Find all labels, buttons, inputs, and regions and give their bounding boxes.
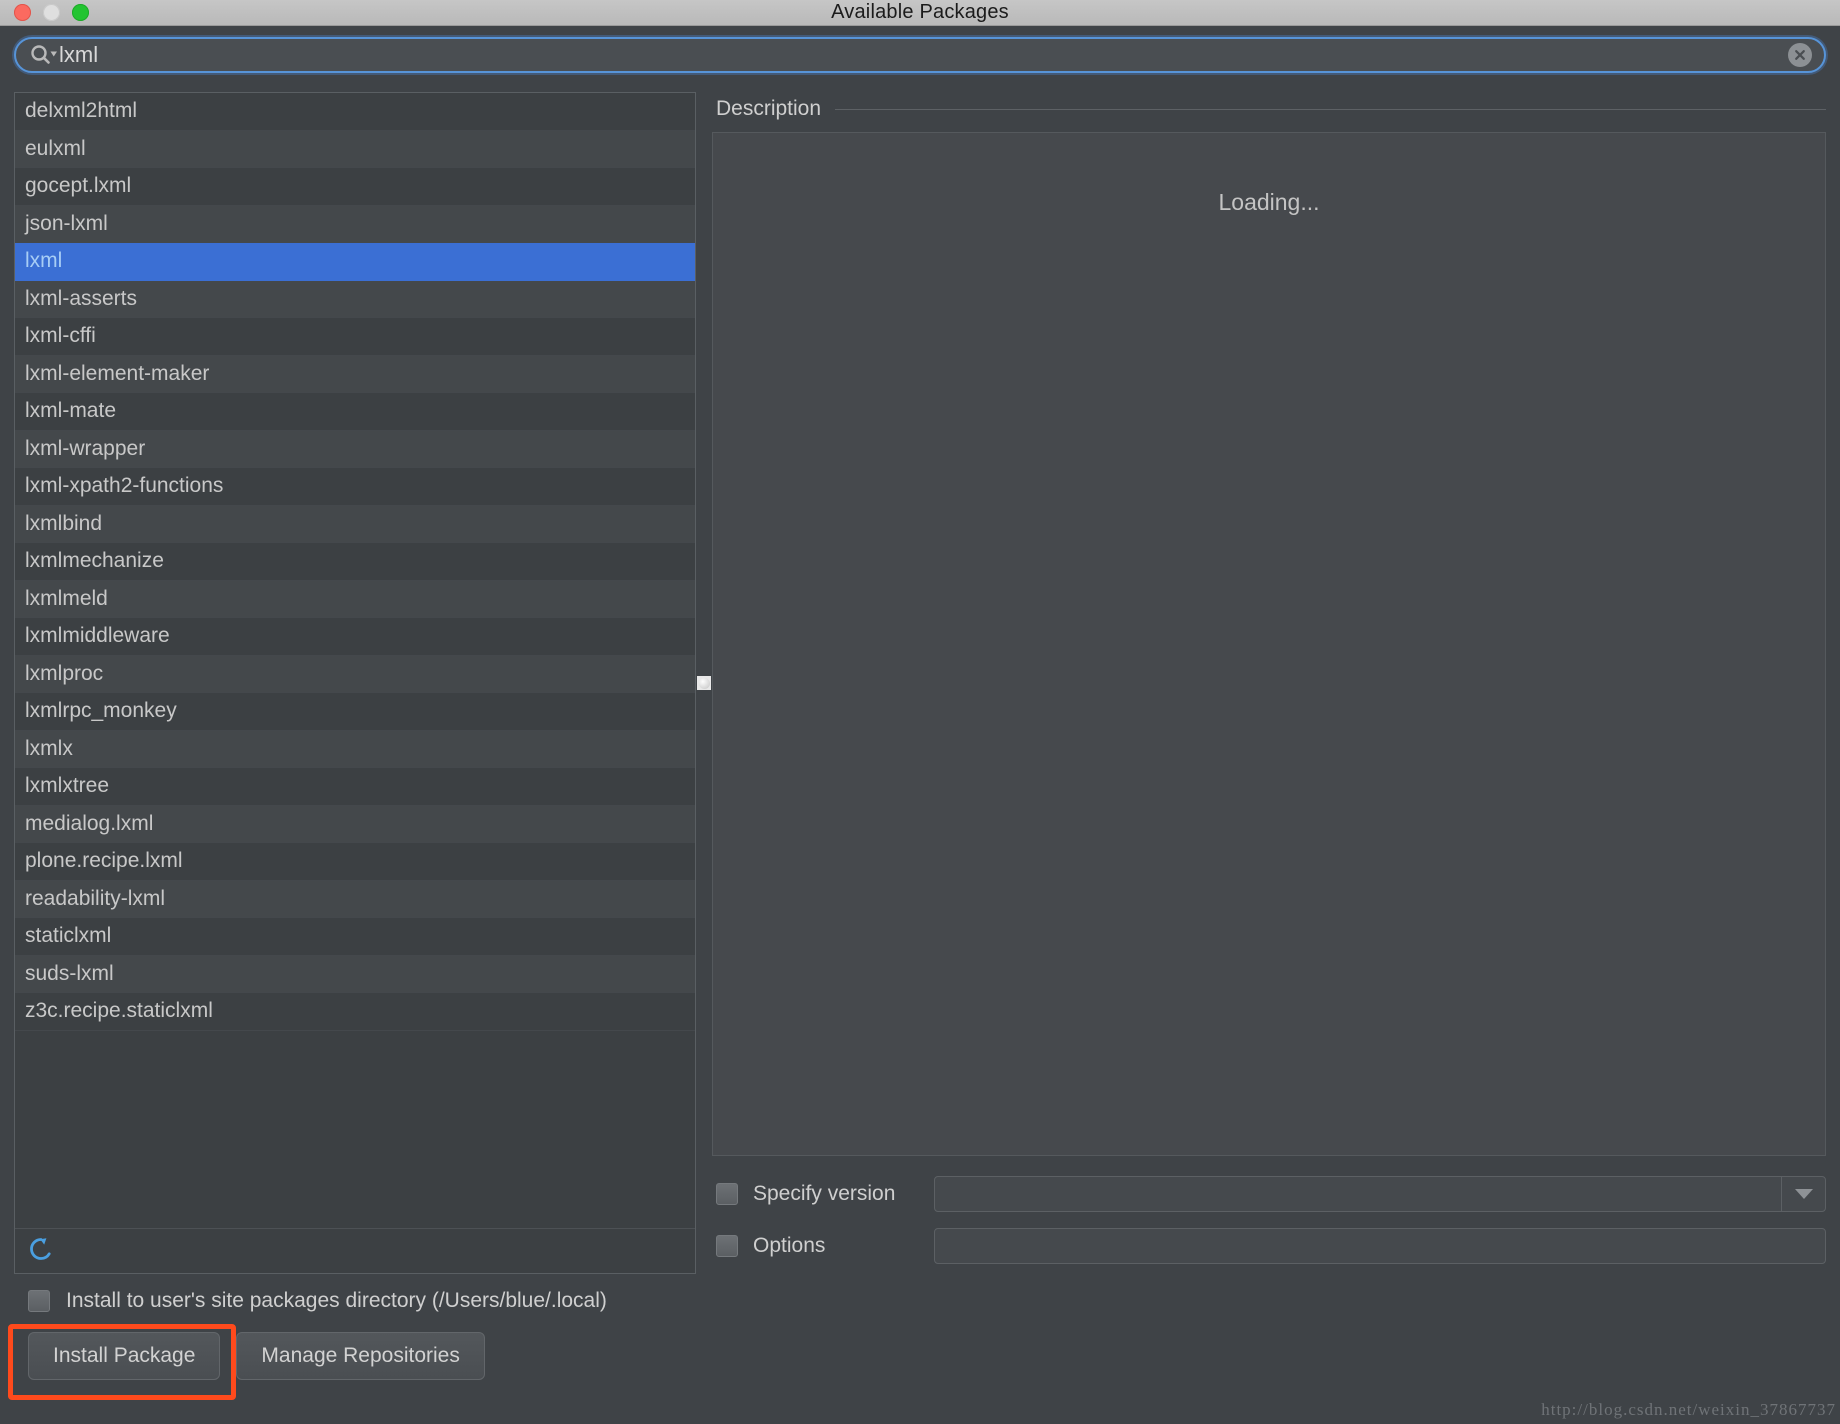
footer-buttons: Install Package Manage Repositories bbox=[14, 1332, 1826, 1380]
options-checkbox[interactable] bbox=[716, 1235, 738, 1257]
search-bar-container: lxml bbox=[0, 26, 1840, 82]
specify-version-checkbox[interactable] bbox=[716, 1183, 738, 1205]
watermark-text: http://blog.csdn.net/weixin_37867737 bbox=[1541, 1400, 1836, 1419]
package-list-item[interactable]: eulxml bbox=[15, 130, 695, 168]
package-list-item[interactable]: lxmlmiddleware bbox=[15, 618, 695, 656]
close-button[interactable] bbox=[14, 4, 31, 21]
user-site-label: Install to user's site packages director… bbox=[66, 1289, 607, 1312]
package-list-item[interactable]: lxmlmeld bbox=[15, 580, 695, 618]
package-list-pane: delxml2html eulxml gocept.lxml json-lxml lxm… bbox=[14, 92, 696, 1274]
package-list-item[interactable]: lxml-wrapper bbox=[15, 430, 695, 468]
chevron-down-icon[interactable] bbox=[1781, 1177, 1825, 1211]
description-loading-text: Loading... bbox=[1218, 189, 1320, 215]
package-list[interactable]: delxml2html eulxml gocept.lxml json-lxml lxm… bbox=[15, 93, 695, 1228]
search-field[interactable]: lxml bbox=[14, 37, 1826, 73]
package-list-item[interactable]: lxmlx bbox=[15, 730, 695, 768]
package-list-item[interactable]: delxml2html bbox=[15, 93, 695, 131]
splitter-handle[interactable] bbox=[697, 676, 711, 690]
clear-search-icon[interactable] bbox=[1788, 43, 1812, 67]
pane-splitter[interactable] bbox=[696, 92, 712, 1274]
install-package-button[interactable]: Install Package bbox=[28, 1332, 221, 1380]
search-icon[interactable] bbox=[29, 43, 59, 67]
package-list-item[interactable]: gocept.lxml bbox=[15, 168, 695, 206]
options-label: Options bbox=[753, 1234, 826, 1257]
main-content: delxml2html eulxml gocept.lxml json-lxml lxm… bbox=[0, 82, 1840, 1274]
package-list-item[interactable]: z3c.recipe.staticlxml bbox=[15, 993, 695, 1031]
version-combobox[interactable] bbox=[934, 1176, 1826, 1212]
details-pane: Description Loading... Specify version O… bbox=[712, 92, 1826, 1274]
title-bar: Available Packages bbox=[0, 0, 1840, 26]
user-site-row: Install to user's site packages director… bbox=[14, 1282, 1826, 1320]
package-list-item[interactable]: lxml bbox=[15, 243, 695, 281]
description-box: Loading... bbox=[712, 132, 1826, 1156]
specify-version-left: Specify version bbox=[712, 1182, 934, 1206]
description-label: Description bbox=[716, 97, 822, 120]
package-list-item[interactable]: lxml-cffi bbox=[15, 318, 695, 356]
package-list-item[interactable]: staticlxml bbox=[15, 918, 695, 956]
search-input-value[interactable]: lxml bbox=[59, 44, 98, 66]
package-list-item[interactable]: readability-lxml bbox=[15, 880, 695, 918]
window-controls bbox=[14, 4, 89, 21]
package-list-item[interactable]: lxmlproc bbox=[15, 655, 695, 693]
package-list-item[interactable]: medialog.lxml bbox=[15, 805, 695, 843]
description-header: Description bbox=[712, 92, 1826, 126]
refresh-icon[interactable] bbox=[27, 1235, 55, 1268]
minimize-button[interactable] bbox=[43, 4, 60, 21]
options-input[interactable] bbox=[934, 1228, 1826, 1264]
package-list-item[interactable]: lxmlbind bbox=[15, 505, 695, 543]
manage-repositories-button[interactable]: Manage Repositories bbox=[236, 1332, 485, 1380]
install-options: Specify version Options bbox=[712, 1156, 1826, 1274]
specify-version-label: Specify version bbox=[753, 1182, 896, 1205]
footer: Install to user's site packages director… bbox=[0, 1274, 1840, 1424]
version-input[interactable] bbox=[935, 1177, 1781, 1211]
package-list-item[interactable]: suds-lxml bbox=[15, 955, 695, 993]
package-list-item[interactable]: lxmlmechanize bbox=[15, 543, 695, 581]
package-list-item[interactable]: lxmlxtree bbox=[15, 768, 695, 806]
package-list-item[interactable]: lxml-xpath2-functions bbox=[15, 468, 695, 506]
package-list-item[interactable]: json-lxml bbox=[15, 205, 695, 243]
user-site-checkbox[interactable] bbox=[28, 1290, 50, 1312]
zoom-button[interactable] bbox=[72, 4, 89, 21]
window-title: Available Packages bbox=[831, 1, 1009, 23]
description-divider bbox=[835, 108, 1826, 110]
options-left: Options bbox=[712, 1234, 934, 1258]
package-list-item[interactable]: lxml-element-maker bbox=[15, 355, 695, 393]
options-row: Options bbox=[712, 1228, 1826, 1264]
package-list-item[interactable]: plone.recipe.lxml bbox=[15, 843, 695, 881]
package-list-item[interactable]: lxml-asserts bbox=[15, 280, 695, 318]
specify-version-row: Specify version bbox=[712, 1176, 1826, 1212]
package-list-item[interactable]: lxml-mate bbox=[15, 393, 695, 431]
available-packages-window: Available Packages lxml delxml2html eulx… bbox=[0, 0, 1840, 1424]
package-list-footer bbox=[15, 1228, 695, 1273]
package-list-item[interactable]: lxmlrpc_monkey bbox=[15, 693, 695, 731]
